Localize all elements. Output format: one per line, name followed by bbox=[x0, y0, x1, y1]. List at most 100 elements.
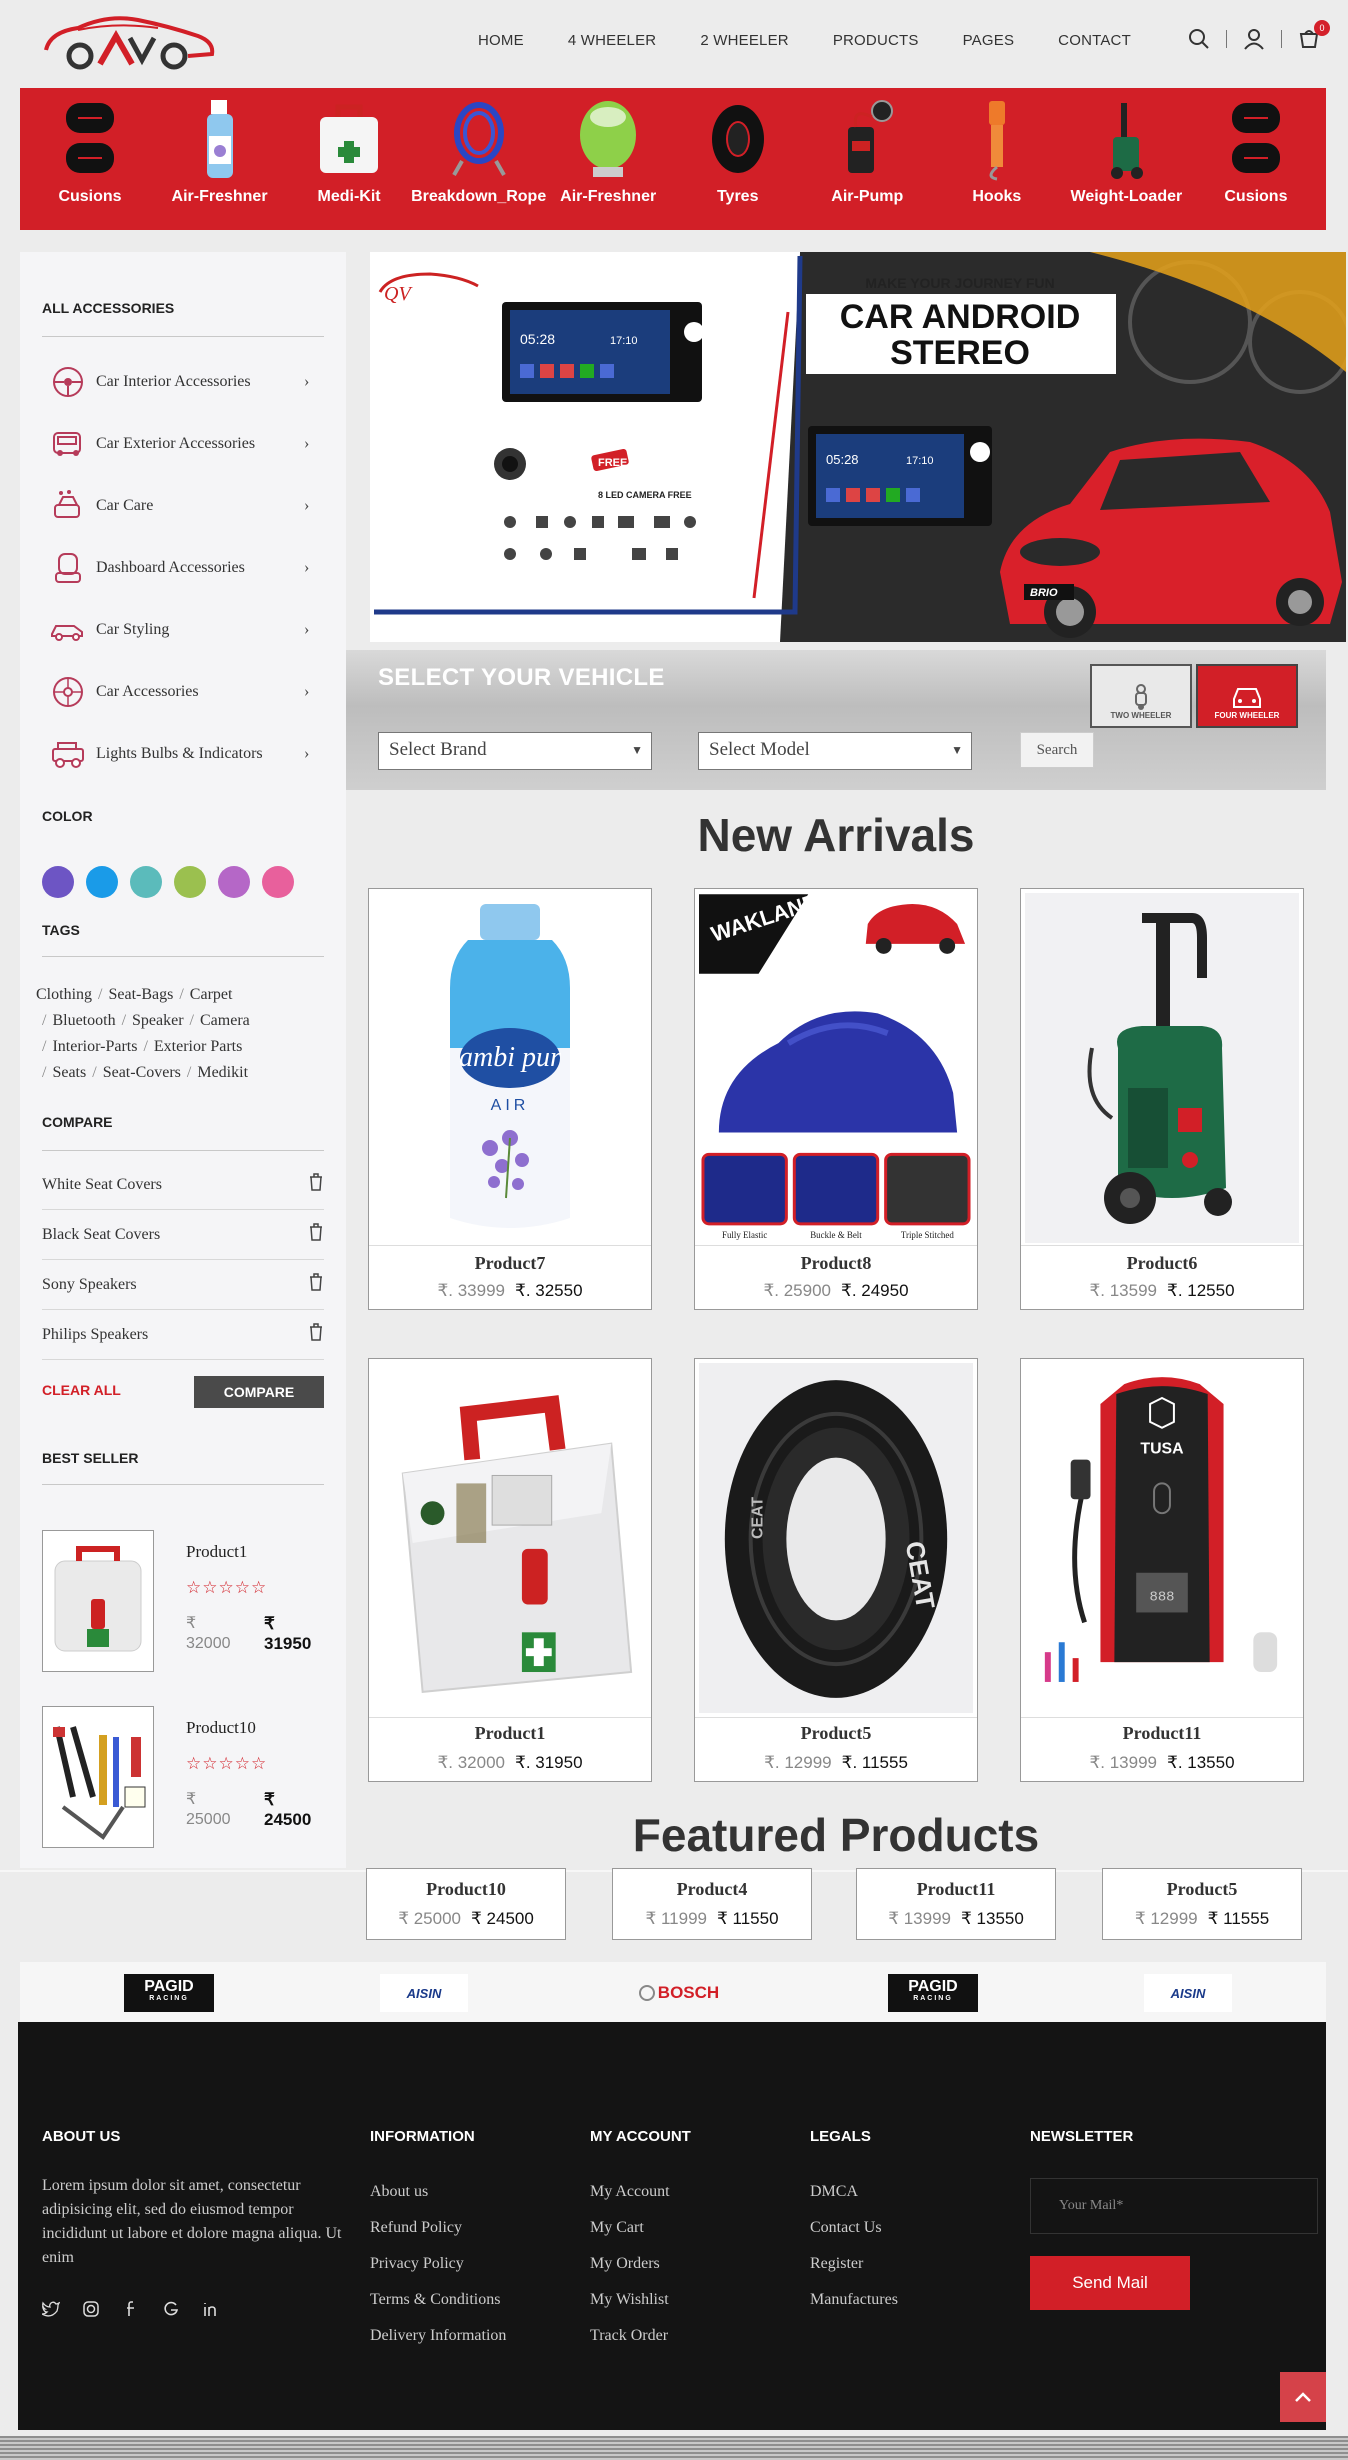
scroll-to-top-button[interactable] bbox=[1280, 2372, 1326, 2422]
footer-link[interactable]: My Orders bbox=[590, 2246, 670, 2282]
product-name[interactable]: Product8 bbox=[695, 1253, 977, 1274]
product-name[interactable]: Product10 bbox=[367, 1879, 565, 1900]
featured-card[interactable]: Product4 ₹ 11999 ₹ 11550 bbox=[612, 1868, 812, 1940]
category-breakdown-rope[interactable]: Breakdown_Rope bbox=[411, 88, 546, 230]
nav-contact[interactable]: CONTACT bbox=[1058, 32, 1131, 49]
select-brand-dropdown[interactable]: Select Brand ▼ bbox=[378, 732, 652, 770]
google-icon[interactable] bbox=[162, 2300, 180, 2318]
category-hooks[interactable]: Hooks bbox=[937, 88, 1057, 230]
tag[interactable]: Seat-Covers bbox=[103, 1064, 181, 1081]
sidebar-item-car-interior[interactable]: Car Interior Accessories › bbox=[48, 362, 318, 402]
car-cover-image[interactable]: WAKLANE Fully Elastic Buckle & Belt Trip… bbox=[699, 893, 973, 1243]
first-aid-box-image[interactable] bbox=[373, 1363, 647, 1713]
sidebar-item-lights[interactable]: Lights Bulbs & Indicators › bbox=[48, 734, 318, 774]
footer-link[interactable]: About us bbox=[370, 2174, 506, 2210]
tag[interactable]: Medikit bbox=[197, 1064, 248, 1081]
color-swatch[interactable] bbox=[130, 866, 162, 898]
tag[interactable]: Speaker bbox=[132, 1012, 184, 1029]
footer-link[interactable]: DMCA bbox=[810, 2174, 898, 2210]
facebook-icon[interactable] bbox=[122, 2300, 140, 2318]
sidebar-item-dashboard[interactable]: Dashboard Accessories › bbox=[48, 548, 318, 588]
sidebar-item-car-care[interactable]: Car Care › bbox=[48, 486, 318, 526]
product-card[interactable]: Product6 ₹. 13599 ₹. 12550 bbox=[1020, 888, 1304, 1310]
best-seller-card[interactable]: Product10 ☆☆☆☆☆ ₹ 25000 ₹ 24500 bbox=[42, 1706, 324, 1852]
category-medi-kit[interactable]: Medi-Kit bbox=[289, 88, 409, 230]
product-name[interactable]: Product7 bbox=[369, 1253, 651, 1274]
product-card[interactable]: WAKLANE Fully Elastic Buckle & Belt Trip… bbox=[694, 888, 978, 1310]
footer-link[interactable]: Manufactures bbox=[810, 2282, 898, 2318]
sidebar-item-car-accessories[interactable]: Car Accessories › bbox=[48, 672, 318, 712]
tag[interactable]: Exterior Parts bbox=[154, 1038, 242, 1055]
newsletter-email-input[interactable]: Your Mail* bbox=[1030, 2178, 1318, 2234]
repair-kit-thumbnail[interactable] bbox=[42, 1706, 154, 1848]
nav-home[interactable]: HOME bbox=[478, 32, 524, 49]
footer-link[interactable]: Contact Us bbox=[810, 2210, 898, 2246]
featured-card[interactable]: Product10 ₹ 25000 ₹ 24500 bbox=[366, 1868, 566, 1940]
tag[interactable]: Seats bbox=[52, 1064, 86, 1081]
trash-icon[interactable] bbox=[308, 1223, 324, 1246]
featured-card[interactable]: Product11 ₹ 13999 ₹ 13550 bbox=[856, 1868, 1056, 1940]
tag[interactable]: Interior-Parts bbox=[52, 1038, 137, 1055]
pressure-washer-image[interactable] bbox=[1025, 893, 1299, 1243]
category-air-pump[interactable]: Air-Pump bbox=[807, 88, 927, 230]
tyre-image[interactable]: CEAT CEAT bbox=[699, 1363, 973, 1713]
category-air-freshner[interactable]: Air-Freshner bbox=[160, 88, 280, 230]
color-swatch[interactable] bbox=[42, 866, 74, 898]
sidebar-item-car-exterior[interactable]: Car Exterior Accessories › bbox=[48, 424, 318, 464]
user-icon[interactable] bbox=[1241, 26, 1267, 52]
product-name[interactable]: Product1 bbox=[186, 1542, 247, 1562]
cart-icon[interactable]: 0 bbox=[1296, 20, 1330, 52]
twitter-icon[interactable] bbox=[42, 2300, 60, 2318]
tag[interactable]: Carpet bbox=[190, 986, 233, 1003]
footer-link[interactable]: My Account bbox=[590, 2174, 670, 2210]
category-cusions-2[interactable]: Cusions bbox=[1196, 88, 1316, 230]
brand-logo-bosch[interactable]: BOSCH bbox=[634, 1974, 724, 2012]
product-name[interactable]: Product11 bbox=[857, 1879, 1055, 1900]
trash-icon[interactable] bbox=[308, 1273, 324, 1296]
trash-icon[interactable] bbox=[308, 1323, 324, 1346]
site-logo[interactable] bbox=[38, 10, 218, 72]
trash-icon[interactable] bbox=[308, 1173, 324, 1196]
product-name[interactable]: Product5 bbox=[695, 1723, 977, 1744]
product-name[interactable]: Product5 bbox=[1103, 1879, 1301, 1900]
air-freshener-image[interactable]: ambi pur AIR bbox=[373, 893, 647, 1243]
clear-all-link[interactable]: CLEAR ALL bbox=[42, 1382, 121, 1398]
product-card[interactable]: CEAT CEAT Product5 ₹. 12999 ₹. 11555 bbox=[694, 1358, 978, 1782]
tag[interactable]: Clothing bbox=[36, 986, 92, 1003]
product-card[interactable]: Product1 ₹. 32000 ₹. 31950 bbox=[368, 1358, 652, 1782]
footer-link[interactable]: Terms & Conditions bbox=[370, 2282, 506, 2318]
hero-banner[interactable]: QV 05:28 17:10 FREE 8 LED CAMERA FREE MA… bbox=[370, 252, 1346, 642]
four-wheeler-toggle[interactable]: FOUR WHEELER bbox=[1196, 664, 1298, 728]
nav-products[interactable]: PRODUCTS bbox=[833, 32, 919, 49]
tyre-inflator-image[interactable]: TUSA 888 bbox=[1025, 1363, 1299, 1713]
linkedin-icon[interactable] bbox=[202, 2300, 220, 2318]
vehicle-search-button[interactable]: Search bbox=[1020, 732, 1094, 768]
color-swatch[interactable] bbox=[218, 866, 250, 898]
category-cusions[interactable]: Cusions bbox=[30, 88, 150, 230]
category-air-freshner-2[interactable]: Air-Freshner bbox=[548, 88, 668, 230]
footer-link[interactable]: Refund Policy bbox=[370, 2210, 506, 2246]
footer-link[interactable]: Privacy Policy bbox=[370, 2246, 506, 2282]
send-mail-button[interactable]: Send Mail bbox=[1030, 2256, 1190, 2310]
footer-link[interactable]: My Wishlist bbox=[590, 2282, 670, 2318]
category-tyres[interactable]: Tyres bbox=[678, 88, 798, 230]
color-swatch[interactable] bbox=[86, 866, 118, 898]
nav-pages[interactable]: PAGES bbox=[963, 32, 1015, 49]
featured-card[interactable]: Product5 ₹ 12999 ₹ 11555 bbox=[1102, 1868, 1302, 1940]
product-card[interactable]: ambi pur AIR Product7 ₹. 33999 ₹. 32550 bbox=[368, 888, 652, 1310]
product-name[interactable]: Product1 bbox=[369, 1723, 651, 1744]
compare-button[interactable]: COMPARE bbox=[194, 1376, 324, 1408]
brand-logo-aisin[interactable]: AISIN bbox=[1144, 1974, 1232, 2012]
product-name[interactable]: Product11 bbox=[1021, 1723, 1303, 1744]
brand-logo-pagid[interactable]: PAGID RACING bbox=[124, 1974, 214, 2012]
product-name[interactable]: Product10 bbox=[186, 1718, 256, 1738]
nav-2-wheeler[interactable]: 2 WHEELER bbox=[700, 32, 789, 49]
search-icon[interactable] bbox=[1186, 26, 1212, 52]
category-weight-loader[interactable]: Weight-Loader bbox=[1066, 88, 1186, 230]
tag[interactable]: Bluetooth bbox=[52, 1012, 115, 1029]
footer-link[interactable]: My Cart bbox=[590, 2210, 670, 2246]
brand-logo-aisin[interactable]: AISIN bbox=[380, 1974, 468, 2012]
footer-link[interactable]: Delivery Information bbox=[370, 2318, 506, 2354]
footer-link[interactable]: Track Order bbox=[590, 2318, 670, 2354]
sidebar-item-car-styling[interactable]: Car Styling › bbox=[48, 610, 318, 650]
